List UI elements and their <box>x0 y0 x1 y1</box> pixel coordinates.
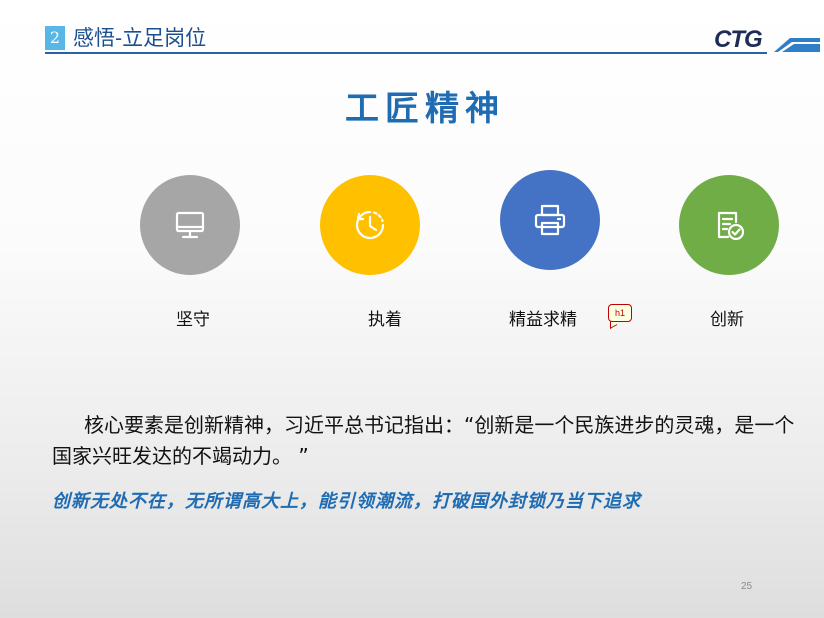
section-number: 2 <box>45 26 65 50</box>
logo-swoosh-icon <box>774 38 820 52</box>
label-zhizhuo: 执着 <box>368 310 402 330</box>
page-number: 25 <box>741 581 753 592</box>
printer-circle <box>500 170 600 270</box>
printer-icon <box>534 204 566 236</box>
monitor-circle <box>140 175 240 275</box>
slogan-text: 创新无处不在，无所谓高大上，能引领潮流，打破国外封锁乃当下追求 <box>52 491 641 512</box>
monitor-icon <box>175 211 205 239</box>
slide-header: 2 感悟-立足岗位 CTG <box>0 0 824 60</box>
main-title: 工匠精神 <box>345 89 505 129</box>
quote-paragraph: 核心要素是创新精神，习近平总书记指出：“创新是一个民族进步的灵魂，是一个国家兴旺… <box>52 413 795 468</box>
clock-circle <box>320 175 420 275</box>
section-title: 感悟-立足岗位 <box>73 26 207 50</box>
label-jianshou: 坚守 <box>176 310 210 330</box>
comment-badge[interactable]: h1 <box>608 304 632 322</box>
header-divider <box>45 52 767 54</box>
label-chuangxin: 创新 <box>710 310 744 330</box>
ctg-logo: CTG <box>714 26 763 53</box>
document-check-circle <box>679 175 779 275</box>
document-check-icon <box>717 211 745 241</box>
clock-icon <box>355 210 385 240</box>
label-jingyiqiujing: 精益求精 <box>509 310 577 330</box>
